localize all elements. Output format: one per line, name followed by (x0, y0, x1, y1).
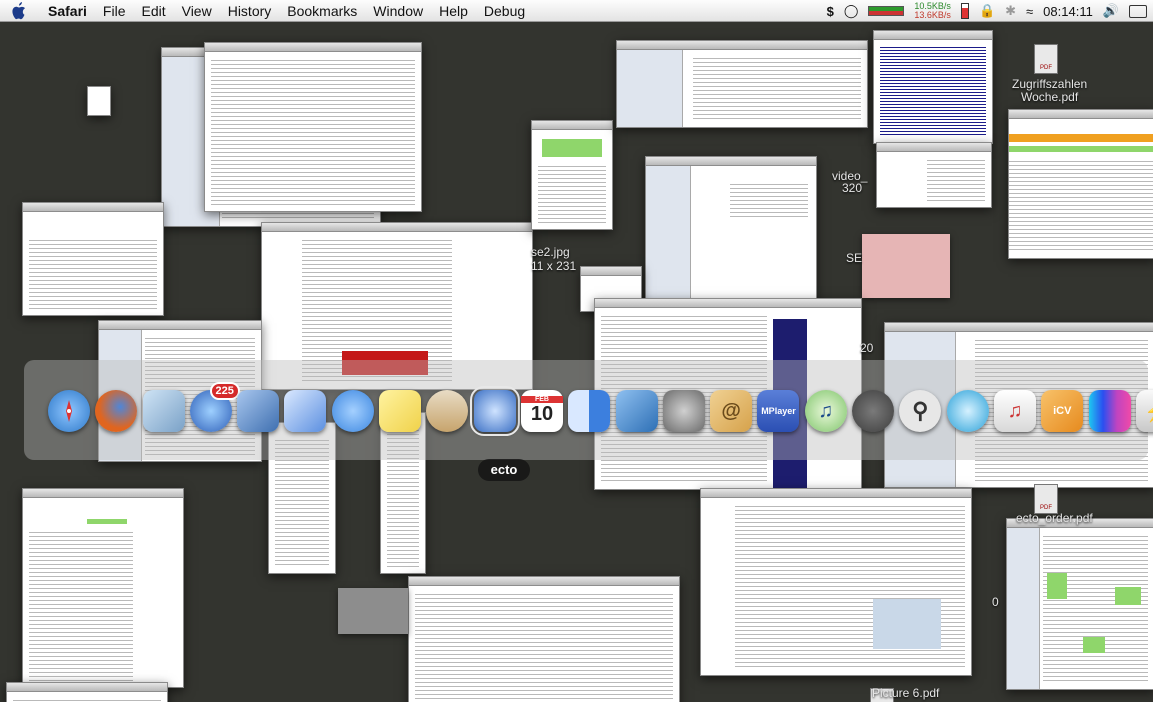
battery-level-icon[interactable] (960, 3, 969, 19)
apple-menu-icon[interactable] (10, 1, 28, 20)
battery-icon[interactable]: ⚡ (1135, 390, 1153, 432)
einstein-icon[interactable] (662, 390, 705, 432)
menu-file[interactable]: File (95, 0, 134, 22)
stickies-icon[interactable] (379, 390, 422, 432)
finder-icon[interactable] (568, 390, 611, 432)
window-terminal-list[interactable] (873, 30, 993, 144)
net-down-speed: 13.6KB/s (914, 10, 951, 20)
coffee-icon[interactable] (426, 390, 469, 432)
dock-tooltip: ecto (478, 459, 530, 481)
ical-month: FEB (520, 396, 563, 403)
desktop-label-zugriffszahlen[interactable]: Zugriffszahlen Woche.pdf (1012, 78, 1087, 104)
mail-badge: 225 (209, 382, 240, 400)
desktop-label-partial-0[interactable]: 0 (992, 596, 999, 609)
chat-bubble-icon[interactable]: ◯ (844, 3, 859, 19)
menu-debug[interactable]: Debug (476, 0, 533, 22)
itunes-icon[interactable]: ♫ (804, 390, 847, 432)
menu-bar: Safari File Edit View History Bookmarks … (0, 0, 1153, 22)
window-text-editor[interactable] (204, 42, 422, 212)
gray-panel[interactable] (338, 588, 408, 634)
menu-app-safari[interactable]: Safari (40, 0, 95, 22)
display-icon[interactable] (1129, 4, 1147, 18)
menu-edit[interactable]: Edit (133, 0, 173, 22)
garageband-icon[interactable]: ♫ (993, 390, 1036, 432)
pdf-file-icon[interactable] (1034, 44, 1058, 74)
book-icon[interactable] (615, 390, 658, 432)
window-ical[interactable] (1006, 518, 1153, 690)
menu-help[interactable]: Help (431, 0, 476, 22)
mplayer-icon[interactable]: MPlayer (757, 390, 800, 432)
activity-meter-icon[interactable] (868, 6, 905, 16)
menu-view[interactable]: View (174, 0, 220, 22)
desktop-label-picture-6[interactable]: Picture 6.pdf (872, 687, 939, 700)
colors-icon[interactable] (1088, 390, 1131, 432)
safari-icon[interactable] (48, 390, 90, 432)
window-spreadsheet-right[interactable] (1008, 109, 1153, 259)
volume-icon[interactable]: 🔊 (1103, 3, 1119, 19)
window-finder-left[interactable] (22, 202, 164, 316)
window-app-top-center[interactable] (616, 40, 868, 128)
mail-icon[interactable]: 225 (189, 382, 240, 432)
ichat-icon[interactable] (331, 390, 374, 432)
desktop-label-se2-jpg[interactable]: se2.jpg (531, 246, 570, 259)
window-article[interactable] (408, 576, 680, 702)
desktop-label-se[interactable]: SE (846, 252, 862, 265)
window-typepad[interactable] (22, 488, 184, 688)
window-finder-mid[interactable] (645, 156, 817, 318)
address-book-icon[interactable]: @ (710, 390, 753, 432)
menu-history[interactable]: History (220, 0, 280, 22)
clock[interactable]: 08:14:11 (1043, 4, 1093, 19)
mplayer-label: MPlayer (761, 406, 796, 416)
firefox-icon[interactable] (95, 390, 138, 432)
network-speed[interactable]: 10.5KB/s 13.6KB/s (914, 2, 951, 20)
bird-icon[interactable] (237, 390, 280, 432)
dock-items: 225 FEB 10 @ MPlayer ♫ ⚲ ♫ iCV ⚡ (48, 382, 1153, 436)
window-blank-small[interactable] (87, 86, 111, 116)
quicktime-icon[interactable] (946, 390, 989, 432)
ical-icon[interactable]: FEB 10 (520, 390, 563, 432)
window-small-prefs[interactable] (876, 142, 992, 208)
menu-bookmarks[interactable]: Bookmarks (279, 0, 365, 22)
ical-date: 10 (530, 403, 554, 425)
window-chat[interactable] (531, 120, 613, 230)
iphoto-icon[interactable] (142, 390, 185, 432)
remote-desktop-icon[interactable] (284, 390, 327, 432)
coffee-cup-icon[interactable] (852, 390, 895, 432)
desktop-label-image-size[interactable]: 11 x 231 (531, 260, 576, 273)
window-browser-ad[interactable] (700, 488, 972, 676)
menu-extras: $ ◯ 10.5KB/s 13.6KB/s 🔒 ✱ ≈ 08:14:11 🔊 (827, 0, 1147, 22)
desktop-label-partial-20[interactable]: 20 (860, 342, 873, 355)
pdf-file-icon[interactable] (1034, 484, 1058, 514)
bluetooth-icon[interactable]: ✱ (1005, 3, 1016, 19)
icv-icon[interactable]: iCV (1041, 390, 1084, 432)
ad-image (873, 599, 941, 649)
desktop-label-320[interactable]: 320 (842, 182, 862, 195)
pink-note[interactable] (862, 234, 950, 298)
lock-icon[interactable]: 🔒 (979, 3, 995, 19)
window-bottom-left[interactable] (6, 682, 168, 702)
dollar-icon[interactable]: $ (827, 4, 834, 19)
spotlight-icon[interactable]: ⚲ (899, 390, 942, 432)
wifi-icon[interactable]: ≈ (1026, 4, 1033, 19)
ecto-icon[interactable] (469, 386, 520, 436)
desktop-label-ecto-order[interactable]: ecto_order.pdf (1016, 512, 1093, 525)
menu-window[interactable]: Window (365, 0, 431, 22)
